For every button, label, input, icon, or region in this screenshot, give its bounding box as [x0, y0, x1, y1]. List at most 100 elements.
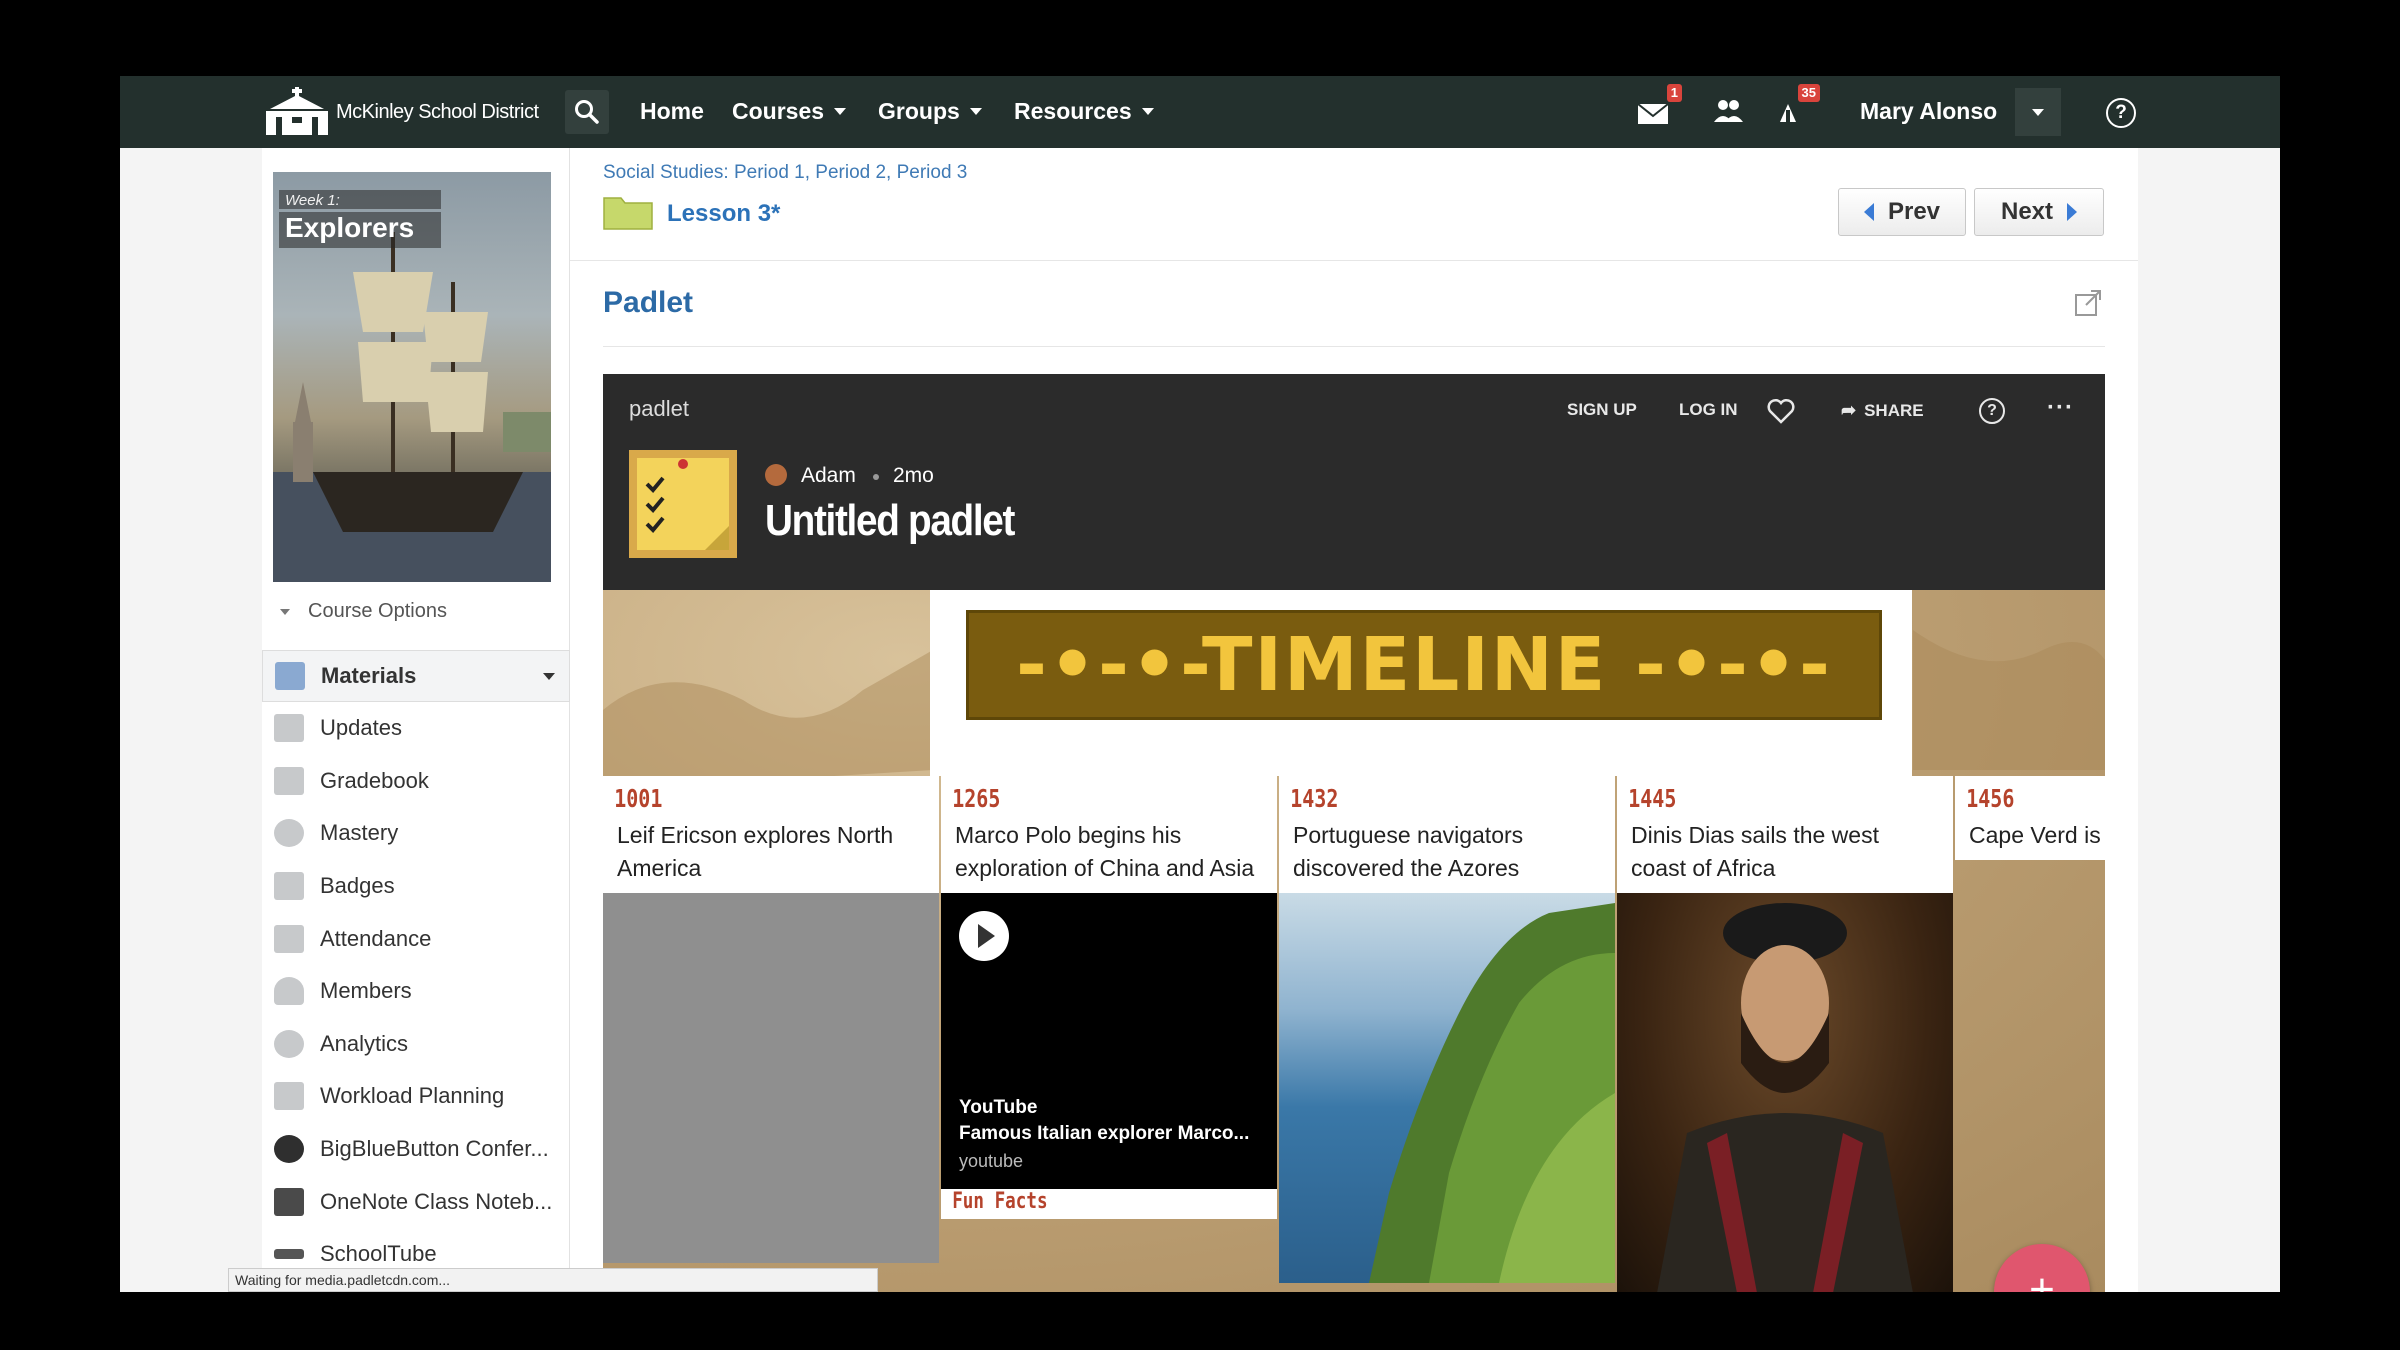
portrait-illustration	[1657, 903, 1913, 1292]
caret-down-icon	[834, 108, 847, 115]
azores-coast-photo	[1279, 893, 1615, 1283]
page-title: Padlet	[603, 286, 694, 319]
messages-badge: 1	[1666, 84, 1682, 102]
video-domain: youtube	[959, 1151, 1024, 1171]
materials-icon	[275, 662, 305, 690]
browser-screen: McKinley School District Home Courses Gr…	[120, 76, 2280, 1292]
course-menu: Materials Updates Gradebook Mastery Badg…	[262, 650, 570, 1281]
main-content: Social Studies: Period 1, Period 2, Peri…	[570, 148, 2138, 1292]
checklist-icon	[637, 458, 729, 550]
sidebar-item-label: Analytics	[320, 1030, 409, 1056]
nav-resources-label: Resources	[1014, 98, 1132, 124]
analytics-icon	[274, 1029, 304, 1058]
school-building-icon	[266, 87, 328, 135]
play-icon[interactable]	[959, 911, 1009, 961]
sidebar-item-members[interactable]: Members	[262, 965, 570, 1018]
card-year: 1265	[952, 784, 1001, 813]
user-menu-toggle[interactable]	[2015, 88, 2061, 136]
course-title: Explorers	[279, 212, 441, 248]
timeline-banner-card[interactable]: -•-•-TIMELINE -•-•-	[930, 590, 1912, 776]
sidebar-item-materials[interactable]: Materials	[262, 650, 570, 702]
folder-icon	[603, 197, 653, 230]
divider	[570, 260, 2138, 261]
sidebar-item-gradebook[interactable]: Gradebook	[262, 755, 570, 808]
mastery-icon	[274, 819, 304, 848]
heart-icon[interactable]	[1767, 398, 1795, 424]
search-button[interactable]	[565, 90, 609, 134]
timeline-banner: -•-•-TIMELINE -•-•-	[966, 610, 1882, 720]
sidebar-item-label: OneNote Class Noteb...	[320, 1188, 553, 1214]
caret-down-icon	[543, 673, 555, 680]
log-in-button[interactable]: LOG IN	[1679, 400, 1738, 420]
card-text: Cape Verd is explored by	[1969, 822, 2105, 848]
card-year: 1001	[614, 784, 663, 813]
youtube-video-embed[interactable]: YouTube Famous Italian explorer Marco...…	[941, 893, 1277, 1189]
chevron-down-icon	[2032, 108, 2044, 116]
star-badge-icon	[274, 872, 304, 901]
sidebar-item-mastery[interactable]: Mastery	[262, 807, 570, 860]
sidebar-item-label: Updates	[320, 715, 402, 741]
video-description: Famous Italian explorer Marco...	[959, 1123, 1250, 1144]
workload-planning-icon	[274, 1082, 304, 1111]
nav-home[interactable]: Home	[640, 98, 704, 125]
next-button[interactable]: Next	[1974, 188, 2104, 236]
sidebar-item-analytics[interactable]: Analytics	[262, 1018, 570, 1071]
notifications-button[interactable]: 35	[1774, 84, 1820, 132]
padlet-help-icon[interactable]: ?	[1979, 398, 2005, 424]
timeline-card-1265[interactable]: 1265 Marco Polo begins his exploration o…	[941, 776, 1277, 1219]
nav-groups[interactable]: Groups	[878, 98, 982, 125]
share-arrow-icon: ➦	[1841, 400, 1857, 420]
padlet-header: padlet SIGN UP LOG IN ➦ SHARE ? ··· Adam…	[603, 374, 2105, 590]
nav-home-label: Home	[640, 98, 704, 124]
lesson-title[interactable]: Lesson 3*	[667, 200, 780, 228]
more-options-icon[interactable]: ···	[2047, 394, 2074, 422]
top-navbar: McKinley School District Home Courses Gr…	[120, 76, 2280, 148]
district-logo[interactable]: McKinley School District	[262, 86, 539, 138]
sidebar-item-workload-planning[interactable]: Workload Planning	[262, 1070, 570, 1123]
sidebar-item-onenote[interactable]: OneNote Class Noteb...	[262, 1175, 570, 1228]
timeline-card-1445[interactable]: 1445 Dinis Dias sails the west coast of …	[1617, 776, 1953, 1292]
nav-groups-label: Groups	[878, 98, 960, 124]
timeline-card-1001[interactable]: 1001 Leif Ericson explores North America	[603, 776, 939, 1263]
updates-icon	[274, 714, 304, 743]
user-name[interactable]: Mary Alonso	[1860, 98, 1997, 125]
connections-button[interactable]	[1710, 92, 1750, 132]
sidebar-item-attendance[interactable]: Attendance	[262, 912, 570, 965]
next-label: Next	[2000, 198, 2054, 225]
external-link-icon[interactable]	[2073, 288, 2103, 318]
divider	[603, 346, 2105, 347]
sidebar-item-updates[interactable]: Updates	[262, 702, 570, 755]
attendance-icon	[274, 924, 304, 953]
padlet-title: Untitled padlet	[765, 496, 1015, 545]
onenote-icon	[274, 1187, 304, 1216]
caret-down-icon	[969, 108, 982, 115]
timeline-card-1456[interactable]: 1456 Cape Verd is explored by	[1955, 776, 2105, 860]
nav-courses-label: Courses	[732, 98, 825, 124]
help-icon[interactable]: ?	[2106, 98, 2136, 128]
caret-down-icon	[280, 608, 290, 615]
padlet-author: Adam	[801, 464, 856, 487]
sidebar-item-badges[interactable]: Badges	[262, 860, 570, 913]
card-text: Marco Polo begins his exploration of Chi…	[955, 822, 1255, 881]
share-button[interactable]: ➦ SHARE	[1841, 400, 1924, 421]
sidebar-item-bigbluebutton[interactable]: BigBlueButton Confer...	[262, 1123, 570, 1176]
padlet-logo[interactable]: padlet	[629, 396, 689, 422]
gradebook-icon	[274, 766, 304, 795]
messages-button[interactable]: 1	[1636, 84, 1682, 132]
card-text: Leif Ericson explores North America	[617, 822, 894, 881]
nav-courses[interactable]: Courses	[732, 98, 847, 125]
sidebar-item-label: Gradebook	[320, 767, 429, 793]
course-options-toggle[interactable]: Course Options	[280, 600, 447, 623]
timeline-card-1432[interactable]: 1432 Portuguese navigators discovered th…	[1279, 776, 1615, 1283]
browser-status-bar: Waiting for media.padletcdn.com...	[228, 1268, 878, 1292]
arrow-right-icon	[2067, 203, 2078, 221]
sidebar-item-label: BigBlueButton Confer...	[320, 1136, 549, 1162]
prev-button[interactable]: Prev	[1838, 188, 1966, 236]
schooltube-icon	[274, 1249, 304, 1260]
padlet-sticky-note-icon	[629, 450, 737, 558]
nav-resources[interactable]: Resources	[1014, 98, 1154, 125]
people-icon	[1714, 100, 1743, 122]
arrow-left-icon	[1863, 203, 1874, 221]
sign-up-button[interactable]: SIGN UP	[1567, 400, 1637, 420]
breadcrumb[interactable]: Social Studies: Period 1, Period 2, Peri…	[603, 162, 967, 184]
